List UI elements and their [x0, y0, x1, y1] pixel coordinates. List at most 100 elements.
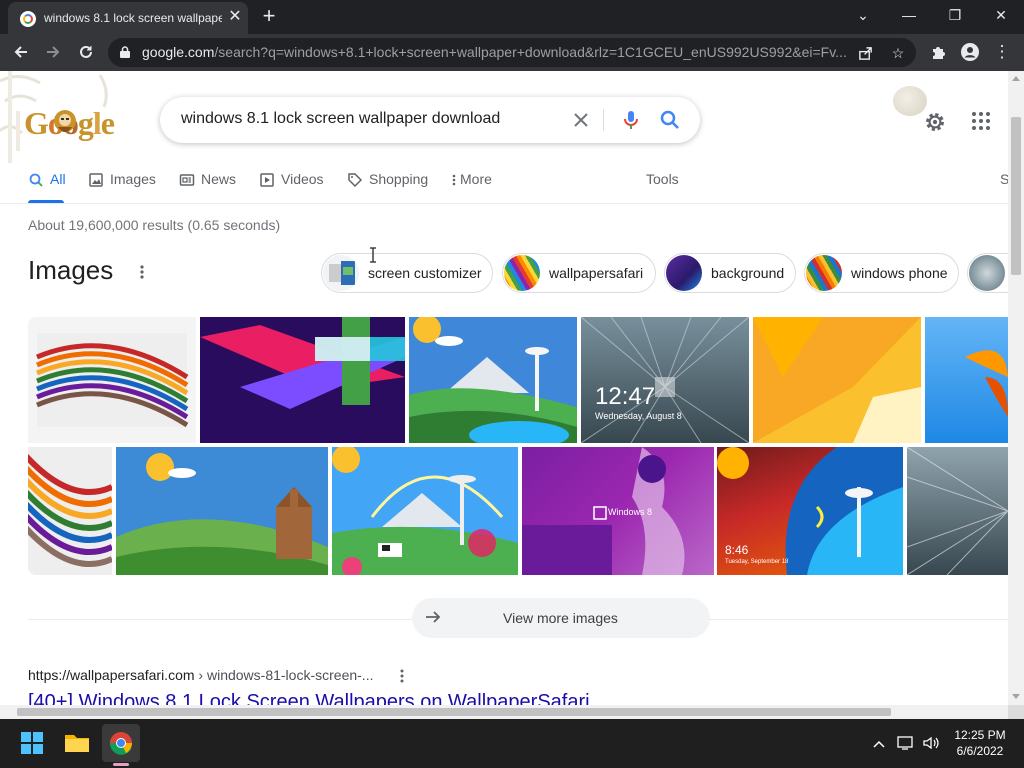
chip-thumbnail [666, 255, 702, 291]
result-more-options-icon[interactable] [396, 668, 408, 684]
minimize-button[interactable]: — [894, 3, 924, 27]
scrollbar-corner [1008, 705, 1024, 719]
view-more-images-button[interactable]: View more images [412, 598, 710, 638]
image-result[interactable] [28, 317, 196, 443]
tab-title: windows 8.1 lock screen wallpaper downlo… [44, 11, 222, 25]
address-bar[interactable]: google.com/search?q=windows+8.1+lock+scr… [108, 38, 916, 67]
vertical-scroll-thumb[interactable] [1011, 117, 1021, 275]
lockscreen-time: 12:47 [595, 383, 656, 410]
address-url[interactable]: google.com/search?q=windows+8.1+lock+scr… [142, 44, 852, 60]
arrow-right-icon [426, 611, 441, 623]
clear-search-icon[interactable] [569, 108, 593, 132]
clock-time: 12:25 PM [954, 728, 1006, 742]
search-icon[interactable] [658, 108, 682, 132]
windows-taskbar: 12:25 PM 6/6/2022 [0, 719, 1024, 768]
image-result[interactable]: 8:46 Tuesday, September 18 [717, 447, 903, 575]
clock-date: 6/6/2022 [956, 744, 1004, 758]
tabs-divider [0, 203, 1008, 204]
vertical-scrollbar[interactable] [1008, 71, 1024, 705]
windows-logo-icon [21, 732, 43, 754]
result-url[interactable]: https://wallpapersafari.com › windows-81… [28, 667, 373, 683]
tab-all[interactable]: All [28, 171, 66, 201]
search-type-tabs: All Images News Videos Shopping More Too… [28, 171, 1008, 201]
image-result[interactable] [907, 447, 1008, 575]
image-result[interactable]: Windows 8 [522, 447, 714, 575]
image-result[interactable] [925, 317, 1008, 443]
tools-button[interactable]: Tools [646, 171, 679, 201]
chip-windows-phone[interactable]: windows phone [804, 253, 959, 293]
back-icon[interactable] [8, 39, 34, 65]
google-apps-icon[interactable] [969, 109, 993, 133]
chip-thumbnail [969, 255, 1005, 291]
volume-icon[interactable] [922, 733, 940, 754]
images-more-options-icon[interactable] [136, 263, 148, 281]
search-query[interactable]: windows 8.1 lock screen wallpaper downlo… [181, 110, 500, 128]
windows8-label: Windows 8 [608, 507, 653, 517]
result-stats: About 19,600,000 results (0.65 seconds) [28, 217, 281, 233]
active-app-indicator [113, 763, 129, 766]
tab-images[interactable]: Images [88, 171, 156, 201]
folder-icon [65, 735, 89, 752]
image-result[interactable] [332, 447, 518, 575]
bookmark-star-icon[interactable]: ☆ [887, 42, 909, 64]
share-icon[interactable] [854, 42, 876, 64]
google-results-page: Google windows 8.1 lock screen wallpaper… [0, 71, 1008, 705]
browser-tab[interactable]: windows 8.1 lock screen wallpaper downlo… [8, 2, 248, 34]
image-result[interactable] [753, 317, 921, 443]
extensions-icon[interactable] [925, 39, 951, 65]
browser-toolbar: google.com/search?q=windows+8.1+lock+scr… [0, 34, 1024, 71]
result-title-link[interactable]: [40+] Windows 8.1 Lock Screen Wallpapers… [28, 691, 590, 705]
restore-button[interactable]: ❐ [940, 3, 970, 27]
search-divider [603, 109, 604, 131]
tab-shopping[interactable]: Shopping [347, 171, 428, 201]
chip-background[interactable]: background [664, 253, 796, 293]
image-icon [89, 173, 103, 187]
file-explorer-button[interactable] [58, 724, 96, 762]
voice-search-icon[interactable] [619, 108, 643, 132]
more-vertical-icon [452, 174, 456, 186]
image-result[interactable] [409, 317, 577, 443]
profile-icon[interactable] [957, 39, 983, 65]
chrome-taskbar-button[interactable] [102, 724, 140, 762]
text-cursor-icon [370, 247, 376, 263]
doodle-figure-icon [54, 110, 76, 132]
scroll-down-arrow-icon[interactable] [1012, 694, 1020, 699]
new-tab-button[interactable]: + [258, 5, 280, 28]
scroll-up-arrow-icon[interactable] [1012, 76, 1020, 81]
horizontal-scroll-thumb[interactable] [17, 708, 891, 716]
chip-screen-customizer[interactable]: screen customizer [321, 253, 493, 293]
forward-icon[interactable] [40, 39, 66, 65]
chip-wallpapersafari[interactable]: wallpapersafari [502, 253, 656, 293]
image-result[interactable] [200, 317, 405, 443]
image-result[interactable] [28, 447, 112, 575]
network-icon[interactable] [897, 733, 915, 754]
reload-icon[interactable] [73, 39, 99, 65]
chip-more[interactable] [967, 253, 1008, 293]
images-heading: Images [28, 255, 114, 285]
tab-search-icon[interactable]: ⌄ [848, 3, 878, 27]
chip-thumbnail [504, 255, 540, 291]
lock-icon[interactable] [120, 46, 130, 58]
close-tab-icon[interactable]: ✕ [226, 8, 244, 26]
settings-gear-icon[interactable] [922, 109, 948, 135]
close-window-button[interactable]: ✕ [986, 3, 1016, 27]
start-button[interactable] [13, 724, 51, 762]
lockscreen-date: Wednesday, August 8 [595, 411, 682, 421]
clipped-tab-label[interactable]: S [1000, 171, 1008, 201]
chrome-menu-icon[interactable]: ⋮ [989, 39, 1015, 65]
tab-videos[interactable]: Videos [259, 171, 324, 201]
taskbar-clock[interactable]: 12:25 PM 6/6/2022 [940, 727, 1020, 759]
phone-date: Tuesday, September 18 [725, 559, 789, 565]
chrome-icon [109, 732, 133, 755]
horizontal-scrollbar[interactable] [0, 705, 1008, 719]
image-result[interactable] [116, 447, 328, 575]
google-favicon-icon [20, 11, 36, 27]
show-hidden-icons-icon[interactable] [872, 733, 886, 754]
search-box[interactable]: windows 8.1 lock screen wallpaper downlo… [160, 97, 700, 143]
tag-icon [348, 173, 363, 188]
tab-more[interactable]: More [450, 171, 492, 201]
newspaper-icon [179, 174, 195, 186]
image-result[interactable]: 12:47 Wednesday, August 8 [581, 317, 749, 443]
tab-news[interactable]: News [179, 171, 236, 201]
chip-thumbnail [323, 255, 359, 291]
